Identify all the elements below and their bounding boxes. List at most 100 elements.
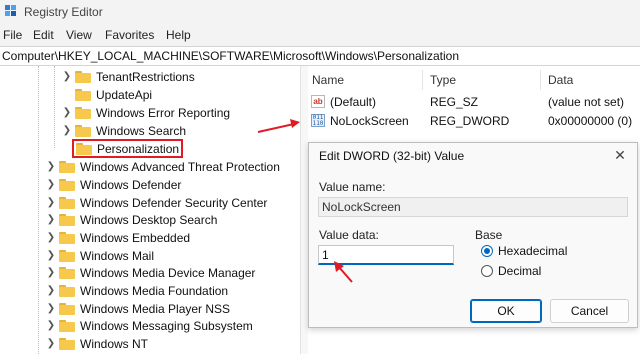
radio-selected-icon[interactable]: [481, 245, 493, 257]
menu-view[interactable]: View: [66, 28, 92, 42]
tree-item-windows-media-device-manager[interactable]: ❯ Windows Media Device Manager: [46, 264, 256, 281]
tree-item-label: Windows Defender Security Center: [80, 195, 268, 210]
menu-edit[interactable]: Edit: [33, 28, 54, 42]
value-name-label: Value name:: [319, 180, 386, 194]
tree-item-windows-search[interactable]: ❯ Windows Search: [62, 122, 186, 139]
tree-item-windows-error-reporting[interactable]: ❯ Windows Error Reporting: [62, 104, 230, 121]
radio-hexadecimal[interactable]: Hexadecimal: [481, 244, 567, 258]
ok-button[interactable]: OK: [470, 299, 542, 323]
value-list-header: Name Type Data: [308, 70, 640, 90]
tree-item-windows-messaging-subsystem[interactable]: ❯ Windows Messaging Subsystem: [46, 317, 253, 334]
tree-item-windows-embedded[interactable]: ❯ Windows Embedded: [46, 229, 190, 246]
folder-icon: [59, 213, 75, 226]
value-row-nolockscreen[interactable]: 011 110 NoLockScreen REG_DWORD 0x00000000…: [308, 112, 640, 130]
tree-item-label: TenantRestrictions: [96, 69, 195, 84]
column-header-type[interactable]: Type: [430, 73, 456, 87]
tree-item-label: Windows Media Device Manager: [80, 265, 256, 280]
tree-item-label: Windows Advanced Threat Protection: [80, 159, 280, 174]
title-bar: Registry Editor: [0, 0, 640, 24]
chevron-right-icon[interactable]: ❯: [46, 335, 56, 352]
menu-favorites[interactable]: Favorites: [105, 28, 154, 42]
tree-item-windows-media-foundation[interactable]: ❯ Windows Media Foundation: [46, 282, 228, 299]
chevron-right-icon[interactable]: ❯: [46, 194, 56, 211]
tree-item-windows-mail[interactable]: ❯ Windows Mail: [46, 247, 154, 264]
folder-icon: [59, 266, 75, 279]
chevron-right-icon[interactable]: ❯: [46, 158, 56, 175]
radio-unselected-icon[interactable]: [481, 265, 493, 277]
folder-icon: [59, 160, 75, 173]
menu-help[interactable]: Help: [166, 28, 191, 42]
column-header-name[interactable]: Name: [312, 73, 344, 87]
string-value-icon: ab: [311, 95, 325, 108]
chevron-right-icon[interactable]: ❯: [46, 176, 56, 193]
key-tree-pane[interactable]: ❯ TenantRestrictions UpdateApi ❯ Windows…: [0, 66, 300, 354]
folder-icon: [75, 124, 91, 137]
menu-file[interactable]: File: [3, 28, 22, 42]
window-title: Registry Editor: [24, 5, 103, 19]
chevron-right-icon[interactable]: ❯: [62, 68, 72, 85]
chevron-right-icon[interactable]: ❯: [46, 229, 56, 246]
tree-item-personalization[interactable]: Personalization: [72, 139, 184, 158]
folder-icon: [59, 284, 75, 297]
close-icon[interactable]: ✕: [611, 146, 629, 164]
column-divider[interactable]: [540, 70, 541, 90]
tree-item-label: Windows Error Reporting: [96, 105, 231, 120]
cancel-button[interactable]: Cancel: [550, 299, 629, 323]
value-row-default[interactable]: ab (Default) REG_SZ (value not set): [308, 93, 640, 111]
tree-item-label: Windows Media Foundation: [80, 283, 229, 298]
tree-item-windows-nt[interactable]: ❯ Windows NT: [46, 335, 148, 352]
edit-dword-dialog: Edit DWORD (32-bit) Value ✕ Value name: …: [308, 142, 638, 328]
radio-label: Hexadecimal: [498, 244, 568, 258]
radio-decimal[interactable]: Decimal: [481, 264, 541, 278]
column-header-data[interactable]: Data: [548, 73, 573, 87]
tree-item-windows-desktop-search[interactable]: ❯ Windows Desktop Search: [46, 211, 218, 228]
tree-item-windows-media-player-nss[interactable]: ❯ Windows Media Player NSS: [46, 300, 230, 317]
registry-editor-icon: [5, 5, 16, 16]
tree-item-label: Windows Defender: [80, 177, 182, 192]
tree-guide-line: [54, 66, 55, 148]
chevron-right-icon[interactable]: ❯: [62, 122, 72, 139]
folder-icon: [59, 196, 75, 209]
pane-splitter[interactable]: [300, 66, 308, 354]
chevron-right-icon[interactable]: ❯: [46, 317, 56, 334]
chevron-right-icon[interactable]: ❯: [46, 247, 56, 264]
tree-item-windows-defender[interactable]: ❯ Windows Defender: [46, 176, 182, 193]
chevron-right-icon[interactable]: ❯: [46, 282, 56, 299]
address-path: Computer\HKEY_LOCAL_MACHINE\SOFTWARE\Mic…: [2, 49, 460, 63]
chevron-right-icon[interactable]: ❯: [46, 300, 56, 317]
folder-icon: [75, 106, 91, 119]
tree-item-label: Windows NT: [80, 336, 149, 351]
tree-item-label: Windows Embedded: [80, 230, 191, 245]
binary-value-icon: 011 110: [311, 114, 325, 127]
column-divider[interactable]: [422, 70, 423, 90]
address-bar[interactable]: Computer\HKEY_LOCAL_MACHINE\SOFTWARE\Mic…: [0, 46, 640, 66]
folder-icon: [59, 178, 75, 191]
chevron-right-icon[interactable]: ❯: [46, 264, 56, 281]
tree-item-windows-defender-security-center[interactable]: ❯ Windows Defender Security Center: [46, 194, 268, 211]
folder-icon: [76, 142, 92, 155]
tree-item-label: Windows Mail: [80, 248, 155, 263]
radio-label: Decimal: [498, 264, 542, 278]
tree-item-label: Windows Search: [96, 123, 187, 138]
tree-item-tenantrestrictions[interactable]: ❯ TenantRestrictions: [62, 68, 195, 85]
value-data-label: Value data:: [319, 228, 379, 242]
base-group-label: Base: [475, 228, 503, 242]
tree-item-label: Windows Desktop Search: [80, 212, 218, 227]
tree-guide-line: [38, 66, 39, 354]
chevron-right-icon[interactable]: ❯: [46, 211, 56, 228]
tree-item-label: UpdateApi: [96, 87, 153, 102]
tree-item-windows-advanced-threat-protection[interactable]: ❯ Windows Advanced Threat Protection: [46, 158, 280, 175]
chevron-right-icon[interactable]: ❯: [62, 104, 72, 121]
value-name: NoLockScreen: [330, 114, 409, 128]
folder-icon: [59, 319, 75, 332]
tree-item-updateapi[interactable]: UpdateApi: [62, 86, 152, 103]
folder-icon: [59, 337, 75, 350]
value-type: REG_SZ: [430, 95, 479, 109]
value-data-input[interactable]: 1: [318, 245, 454, 265]
folder-icon: [75, 70, 91, 83]
value-name: (Default): [330, 95, 377, 109]
folder-icon: [59, 231, 75, 244]
folder-icon: [75, 88, 91, 101]
menu-bar: File Edit View Favorites Help: [0, 24, 640, 46]
